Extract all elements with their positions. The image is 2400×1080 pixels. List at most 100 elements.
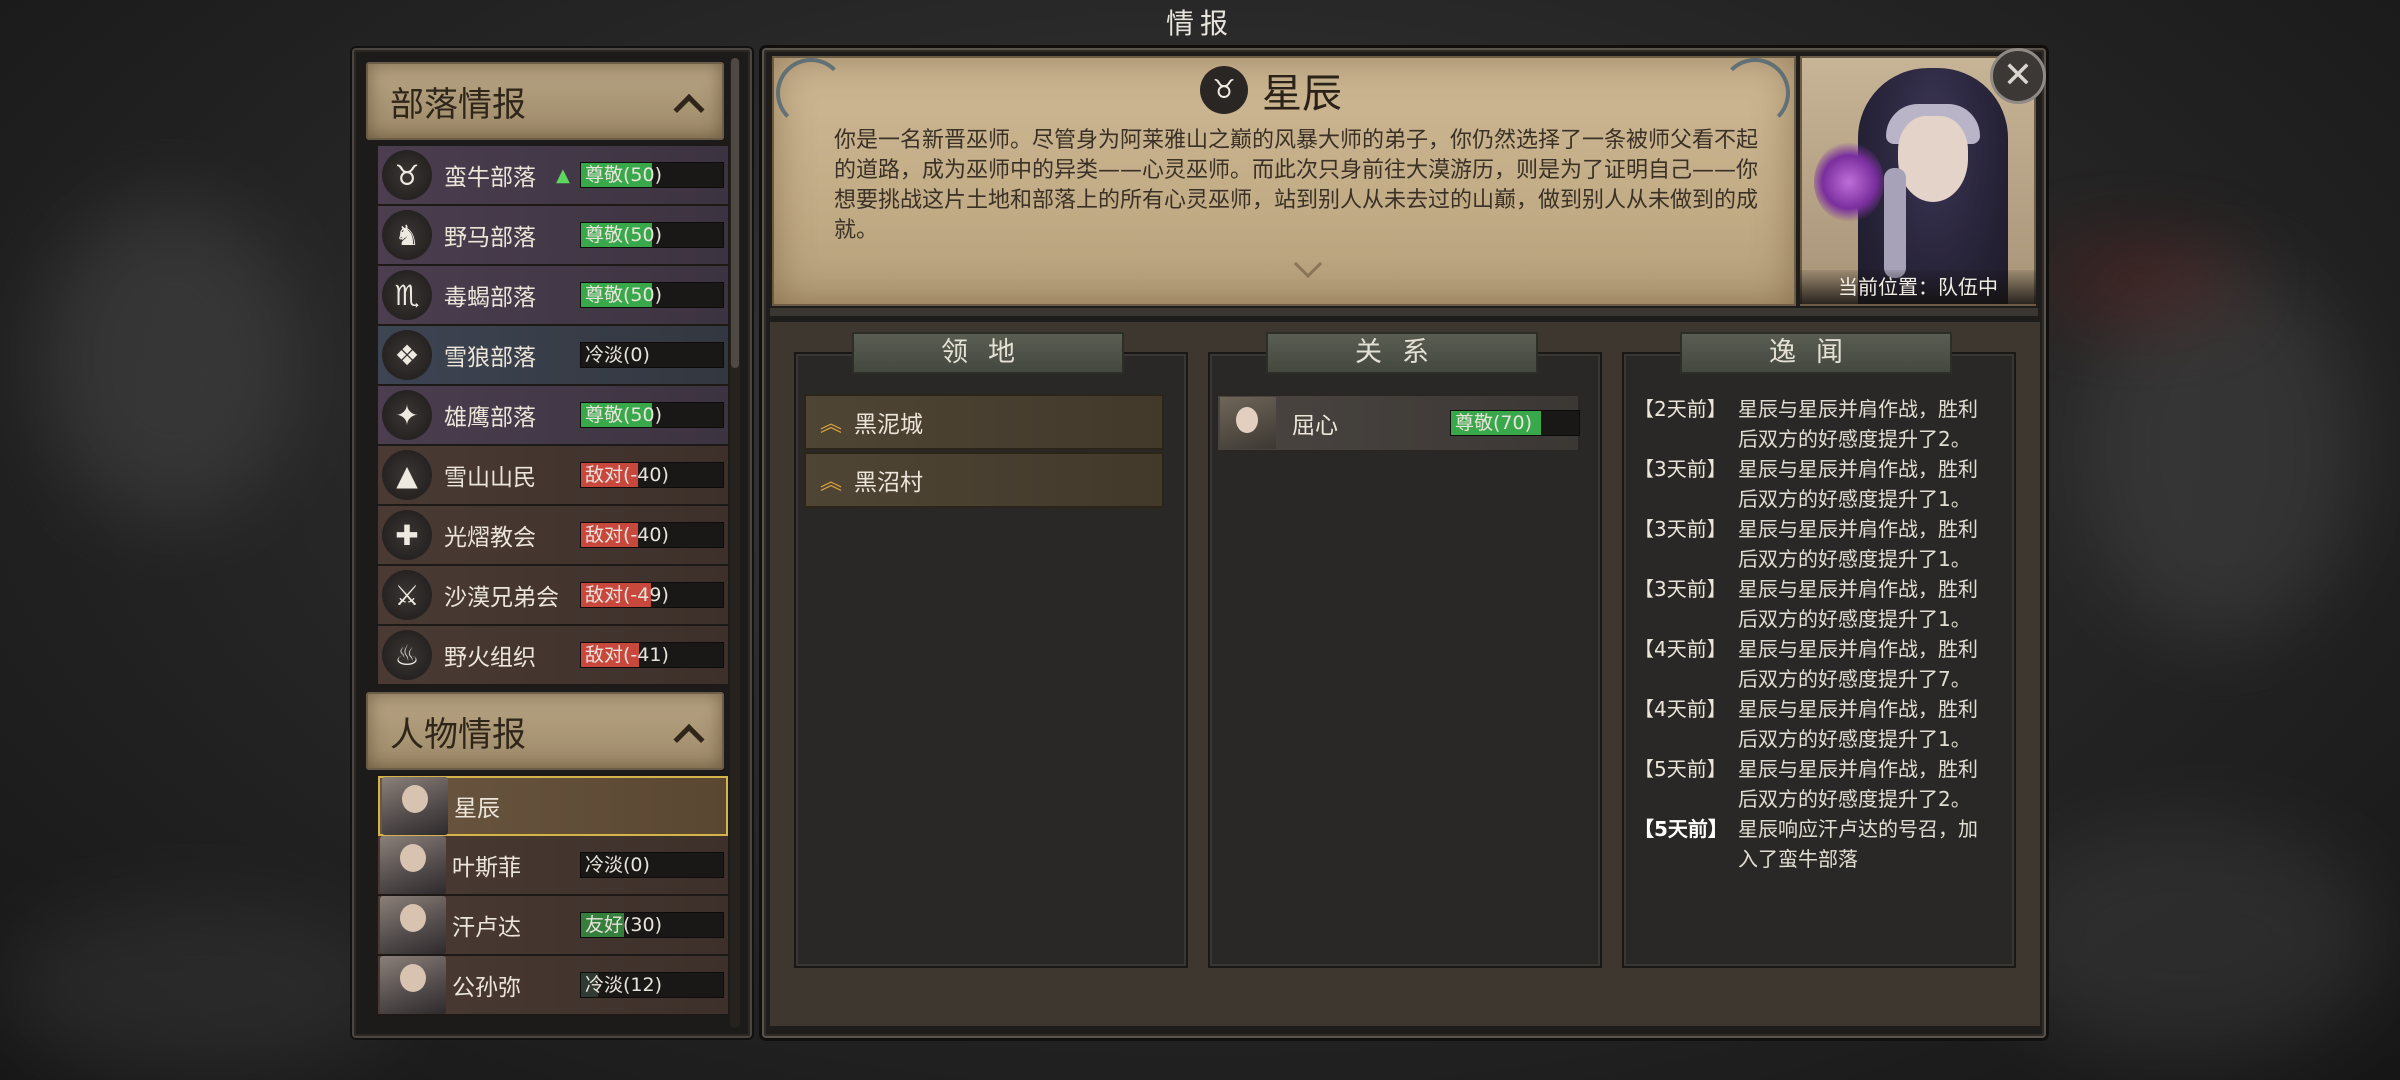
- gossip-entry: 【3天前】 星辰与星辰并肩作战，胜利后双方的好感度提升了1。: [1634, 574, 2004, 634]
- gossip-entry: 【3天前】 星辰与星辰并肩作战，胜利后双方的好感度提升了1。: [1634, 514, 2004, 574]
- person-row[interactable]: 汗卢达 友好(30): [378, 896, 728, 956]
- tribe-row[interactable]: ✦ 雄鹰部落 尊敬(50): [378, 386, 728, 446]
- tribes-section-header[interactable]: 部落情报: [366, 62, 724, 140]
- gossip-text: 星辰与星辰并肩作战，胜利后双方的好感度提升了7。: [1738, 637, 1978, 691]
- territory-label: 黑沼村: [854, 470, 924, 496]
- gossip-entry: 【2天前】 星辰与星辰并肩作战，胜利后双方的好感度提升了2。: [1634, 394, 2004, 454]
- current-location: 当前位置：队伍中: [1800, 270, 2036, 304]
- window-title: 情报: [1165, 7, 1234, 40]
- territory-item[interactable]: ︽ 黑沼村: [804, 452, 1164, 508]
- tribe-row[interactable]: ⚔ 沙漠兄弟会 敌对(-49): [378, 566, 728, 626]
- attitude-status: 尊敬(50): [585, 404, 663, 426]
- gossip-entry: 【5天前】 星辰与星辰并肩作战，胜利后双方的好感度提升了2。: [1634, 754, 2004, 814]
- attitude-status: 冷淡(0): [585, 344, 650, 366]
- double-chevron-up-icon: ︽: [820, 470, 843, 495]
- tribe-name: 野马部落: [444, 225, 536, 251]
- gossip-text: 星辰与星辰并肩作战，胜利后双方的好感度提升了1。: [1738, 517, 1978, 571]
- person-row[interactable]: 叶斯菲 冷淡(0): [378, 836, 728, 896]
- territory-header: 领地: [852, 332, 1124, 374]
- close-button[interactable]: ✕: [1990, 48, 2046, 104]
- background-blur: [2080, 260, 2360, 640]
- relation-item[interactable]: 屈心 尊敬(70): [1216, 394, 1580, 452]
- avatar: [382, 777, 448, 835]
- relation-name: 屈心: [1292, 413, 1338, 439]
- attitude-bar: 敌对(-40): [580, 462, 724, 488]
- gossip-time: 【3天前】: [1634, 517, 1727, 541]
- character-title: ♉ 星辰: [1200, 62, 1342, 118]
- tribe-row[interactable]: ♨ 野火组织 敌对(-41): [378, 626, 728, 686]
- territory-item[interactable]: ︽ 黑泥城: [804, 394, 1164, 450]
- person-name: 汗卢达: [452, 915, 521, 941]
- gossip-time: 【5天前】: [1634, 757, 1727, 781]
- attitude-status: 敌对(-40): [585, 524, 669, 546]
- mountain-icon: ▲: [382, 450, 432, 500]
- attitude-status: 尊敬(50): [585, 284, 663, 306]
- avatar: [380, 956, 446, 1014]
- gossip-text: 星辰与星辰并肩作战，胜利后双方的好感度提升了1。: [1738, 577, 1978, 631]
- attitude-status: 友好(30): [585, 914, 663, 936]
- people-section-header[interactable]: 人物情报: [366, 692, 724, 770]
- person-name: 叶斯菲: [452, 855, 521, 881]
- tribe-name: 毒蝎部落: [444, 285, 536, 311]
- tribe-name: 沙漠兄弟会: [444, 585, 559, 611]
- attitude-bar: 尊敬(50): [580, 282, 724, 308]
- gossip-time: 【3天前】: [1634, 457, 1727, 481]
- gossip-time: 【4天前】: [1634, 637, 1727, 661]
- gossip-text: 星辰与星辰并肩作战，胜利后双方的好感度提升了1。: [1738, 457, 1978, 511]
- gossip-time: 【4天前】: [1634, 697, 1727, 721]
- flame-icon: ♨: [382, 630, 432, 680]
- avatar: [1220, 397, 1276, 449]
- tribe-row[interactable]: ❖ 雪狼部落 冷淡(0): [378, 326, 728, 386]
- tribe-row[interactable]: ✚ 光熠教会 敌对(-40): [378, 506, 728, 566]
- attitude-bar: 敌对(-49): [580, 582, 724, 608]
- left-scrollbar[interactable]: [730, 58, 740, 1028]
- background-blur: [0, 900, 400, 1080]
- magic-orb: [1814, 142, 1884, 222]
- attitude-status: 敌对(-40): [585, 464, 669, 486]
- double-chevron-up-icon: ︽: [820, 412, 843, 437]
- tribe-row[interactable]: ♉ 蛮牛部落 ▲ 尊敬(50): [378, 146, 728, 206]
- background-blur: [2040, 250, 2240, 310]
- crossed-swords-icon: ⚔: [382, 570, 432, 620]
- tribe-row[interactable]: ♞ 野马部落 尊敬(50): [378, 206, 728, 266]
- people-section-title: 人物情报: [390, 714, 526, 755]
- tribe-name: 野火组织: [444, 645, 536, 671]
- person-row[interactable]: 星辰: [378, 776, 728, 836]
- person-row[interactable]: 公孙弥 冷淡(12): [378, 956, 728, 1016]
- chevron-up-icon[interactable]: [673, 93, 705, 126]
- attitude-bar: 尊敬(50): [580, 402, 724, 428]
- attitude-status: 尊敬(50): [585, 164, 663, 186]
- gossip-time: 【5天前】: [1634, 817, 1728, 841]
- relation-bar: 尊敬(70): [1450, 410, 1580, 436]
- gossip-text: 星辰与星辰并肩作战，胜利后双方的好感度提升了1。: [1738, 697, 1978, 751]
- attitude-bar: 冷淡(12): [580, 972, 724, 998]
- tribe-name: 雄鹰部落: [444, 405, 536, 431]
- person-list: 星辰 叶斯菲 冷淡(0) 汗卢达 友好(30) 公孙弥 冷淡(12): [378, 776, 728, 1016]
- attitude-bar: 友好(30): [580, 912, 724, 938]
- relations-header: 关系: [1266, 332, 1538, 374]
- horse-icon: ♞: [382, 210, 432, 260]
- gossip-entry: 【4天前】 星辰与星辰并肩作战，胜利后双方的好感度提升了7。: [1634, 634, 2004, 694]
- gossip-list: 【2天前】 星辰与星辰并肩作战，胜利后双方的好感度提升了2。 【3天前】 星辰与星辰并…: [1634, 394, 2004, 874]
- corner-ornament: [1720, 58, 1790, 128]
- tribe-row[interactable]: ▲ 雪山山民 敌对(-40): [378, 446, 728, 506]
- tribe-row[interactable]: ♏ 毒蝎部落 尊敬(50): [378, 266, 728, 326]
- attitude-bar: 冷淡(0): [580, 342, 724, 368]
- attitude-status: 冷淡(12): [585, 974, 663, 996]
- character-name: 星辰: [1262, 71, 1342, 117]
- chevron-up-icon[interactable]: [673, 723, 705, 756]
- church-icon: ✚: [382, 510, 432, 560]
- tribe-name: 雪山山民: [444, 465, 536, 491]
- gossip-header: 逸闻: [1680, 332, 1952, 374]
- eagle-icon: ✦: [382, 390, 432, 440]
- gossip-time: 【2天前】: [1634, 397, 1727, 421]
- tribe-name: 蛮牛部落: [444, 165, 536, 191]
- scroll-thumb[interactable]: [731, 58, 739, 368]
- tribe-name: 雪狼部落: [444, 345, 536, 371]
- tribes-section-title: 部落情报: [390, 84, 526, 125]
- divider: [770, 308, 2038, 316]
- gossip-text: 星辰与星辰并肩作战，胜利后双方的好感度提升了2。: [1738, 397, 1978, 451]
- gossip-entry: 【5天前】 星辰响应汗卢达的号召，加入了蛮牛部落: [1634, 814, 2004, 874]
- trend-up-icon: ▲: [556, 164, 570, 186]
- attitude-bar: 敌对(-41): [580, 642, 724, 668]
